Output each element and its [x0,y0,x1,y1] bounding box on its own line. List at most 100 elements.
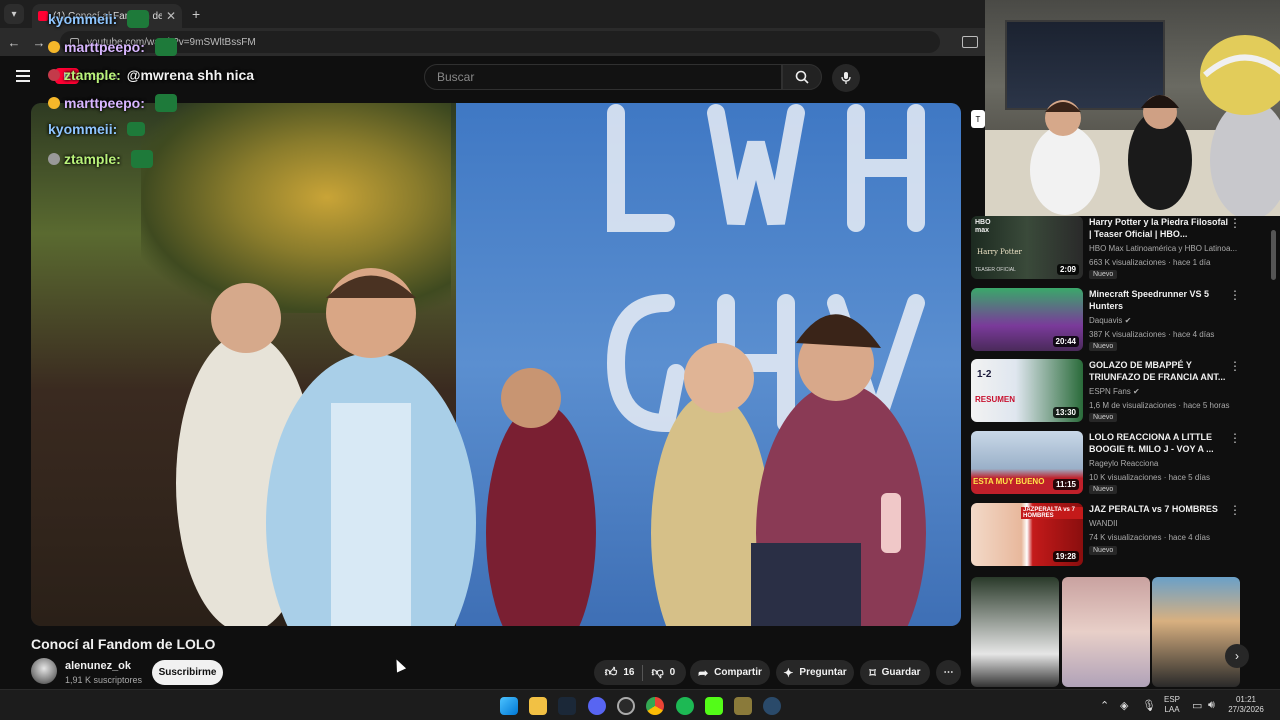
chat-username: marttpeepo: [64,95,145,111]
rec-channel[interactable]: WANDII [1089,519,1239,528]
rec-menu-icon[interactable]: ⋮ [1229,288,1241,302]
steam-icon[interactable] [558,697,576,715]
voice-search-button[interactable] [832,64,860,92]
rec-channel[interactable]: Daquavis ✔ [1089,316,1239,325]
short-thumbnail[interactable] [1152,577,1240,687]
more-actions-button[interactable]: ⋯ [936,660,961,685]
rec-meta: 74 K visualizaciones · hace 4 días [1089,533,1210,542]
search-button[interactable] [782,64,822,90]
chat-message: ztample: [48,150,153,168]
obs-icon[interactable] [617,697,635,715]
clock-date: 27/3/2026 [1228,705,1264,714]
rec-title[interactable]: LOLO REACCIONA A LITTLE BOOGIE ft. MILO … [1089,431,1229,455]
search-input[interactable]: Buscar [424,64,782,90]
video-player[interactable] [31,103,961,626]
rec-thumbnail[interactable]: 1-2 RESUMEN 13:30 [971,359,1083,422]
volume-icon[interactable]: 🔊︎ [1208,699,1215,712]
rec-menu-icon[interactable]: ⋮ [1229,431,1241,445]
rec-title[interactable]: GOLAZO DE MBAPPÉ Y TRIUNFAZO DE FRANCIA … [1089,359,1229,383]
cast-icon[interactable] [962,36,978,48]
rec-thumbnail[interactable]: HBO max Harry Potter TEASER OFICIAL 2:09 [971,216,1083,279]
rec-thumbnail[interactable]: ESTA MUY BUENO 11:15 [971,431,1083,494]
menu-icon[interactable] [16,70,30,82]
channel-avatar[interactable] [31,658,57,684]
rec-new-badge: Nuevo [1089,413,1118,422]
rec-new-badge: Nuevo [1089,546,1118,555]
chat-emote-icon [127,10,150,28]
forward-arrow-icon[interactable]: → [28,35,50,50]
like-button[interactable]: 👍︎ 16 [605,665,635,680]
short-thumbnail[interactable] [1062,577,1150,687]
microphone-tray-icon[interactable]: 🎙︎ [1142,699,1156,712]
dislike-button[interactable]: 👎︎ 0 [651,665,675,680]
security-icon[interactable]: ◈ [1120,699,1128,712]
subscribe-button[interactable]: Suscribirme [152,660,223,685]
channel-name[interactable]: alenunez_ok [65,660,131,672]
minecraft-icon[interactable] [734,697,752,715]
app-icon[interactable] [763,697,781,715]
kick-icon[interactable] [705,697,723,715]
rec-title[interactable]: JAZ PERALTA vs 7 HOMBRES [1089,503,1229,515]
short-thumbnail[interactable] [971,577,1059,687]
address-bar[interactable]: youtube.com/watch?v=9mSWltBssFM [60,31,940,53]
thumbs-up-icon: 👍︎ [604,665,618,679]
rec-thumbnail[interactable]: JAZPERALTA vs 7 HOMBRES 19:28 [971,503,1083,566]
chat-emote-icon [127,122,146,136]
dislike-count: 0 [669,667,676,678]
ask-button[interactable]: ✦ Preguntar [776,660,854,685]
rec-duration: 2:09 [1056,264,1079,275]
network-icon[interactable]: ▭ [1192,699,1202,712]
rec-channel[interactable]: ESPN Fans ✔ [1089,387,1239,396]
clock[interactable]: 01:21 27/3/2026 [1222,695,1270,715]
next-arrow-icon[interactable]: › [1225,644,1249,668]
share-button[interactable]: ➦ Compartir [690,660,770,685]
language-indicator[interactable]: ESP LAA [1160,695,1184,715]
like-divider [642,664,644,681]
sidebar-chip[interactable]: T [971,110,985,128]
chat-badge-icon [48,153,60,165]
more-icon: ⋯ [943,667,954,678]
rec-menu-icon[interactable]: ⋮ [1229,503,1241,517]
rec-duration: 20:44 [1052,336,1079,347]
rec-duration: 19:28 [1052,551,1079,562]
thumbs-down-icon: 👎︎ [651,665,664,679]
subscriber-count: 1,91 K suscriptores [65,675,143,685]
recommendation-item[interactable]: ESTA MUY BUENO 11:15 LOLO REACCIONA A LI… [971,431,1241,497]
discord-icon[interactable] [588,697,606,715]
chevron-up-icon[interactable]: ⌃ [1100,699,1109,712]
share-icon: ➦ [698,665,709,680]
thumb-score: 1-2 [977,369,992,380]
recommendation-item[interactable]: JAZPERALTA vs 7 HOMBRES 19:28 JAZ PERALT… [971,503,1241,569]
chat-username: kyommeii: [48,121,118,137]
sidebar-scrollbar[interactable] [1271,230,1276,280]
keyboard-layout: LAA [1164,705,1180,714]
windows-start-icon[interactable] [500,697,518,715]
recommendation-item[interactable]: 20:44 Minecraft Speedrunner VS 5 Hunters… [971,288,1241,354]
chrome-icon[interactable] [646,697,664,715]
back-arrow-icon[interactable]: ← [3,35,25,50]
recommendation-item[interactable]: 1-2 RESUMEN 13:30 GOLAZO DE MBAPPÉ Y TRI… [971,359,1241,425]
rec-meta: 387 K visualizaciones · hace 4 días [1089,330,1215,339]
new-tab-icon[interactable]: + [192,6,200,22]
tab-search-button[interactable]: ▾ [4,4,24,24]
chat-message: kyommeii: [48,10,150,28]
rec-title[interactable]: Harry Potter y la Piedra Filosofal | Tea… [1089,216,1229,240]
spotify-icon[interactable] [676,697,694,715]
rec-channel[interactable]: Rageylo Reacciona [1089,459,1239,468]
rec-channel[interactable]: HBO Max Latinoamérica y HBO Latinoa... [1089,244,1239,253]
thumb-caption: ESTA MUY BUENO [973,477,1045,486]
webcam-people [1030,35,1280,216]
video-people [176,268,926,626]
like-count: 16 [623,667,635,678]
rec-thumbnail[interactable]: 20:44 [971,288,1083,351]
file-explorer-icon[interactable] [529,697,547,715]
rec-menu-icon[interactable]: ⋮ [1229,216,1241,230]
close-tab-icon[interactable]: ✕ [166,9,176,23]
search-icon [795,70,809,84]
chat-emote-icon [154,38,177,56]
rec-title[interactable]: Minecraft Speedrunner VS 5 Hunters [1089,288,1229,312]
language-code: ESP [1163,695,1180,704]
save-button[interactable]: ⌑ Guardar [860,660,930,685]
recommendation-item[interactable]: HBO max Harry Potter TEASER OFICIAL 2:09… [971,216,1241,282]
rec-menu-icon[interactable]: ⋮ [1229,359,1241,373]
